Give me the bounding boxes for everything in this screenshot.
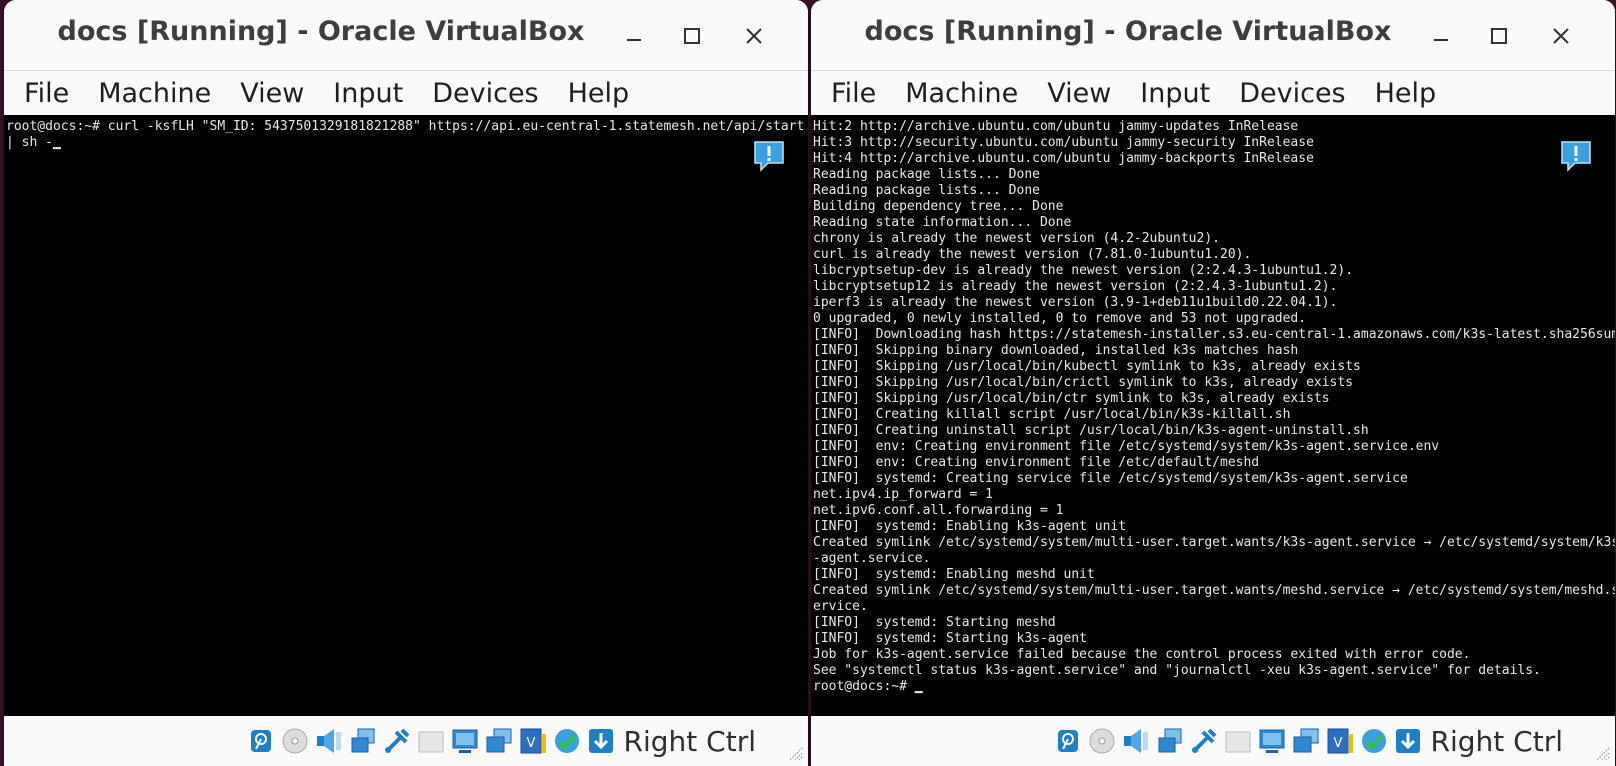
- menu-file[interactable]: File: [831, 78, 876, 109]
- window-title: docs [Running] - Oracle VirtualBox: [57, 16, 585, 47]
- network-icon[interactable]: [348, 726, 378, 756]
- minimize-button[interactable]: [1425, 20, 1457, 52]
- menu-file[interactable]: File: [24, 78, 69, 109]
- hard-disk-icon[interactable]: [246, 726, 276, 756]
- resize-grip-icon[interactable]: [784, 742, 804, 762]
- audio-icon[interactable]: [1121, 726, 1151, 756]
- title-bar[interactable]: docs [Running] - Oracle VirtualBox: [4, 0, 808, 71]
- console-output: Hit:2 http://archive.ubuntu.com/ubuntu j…: [813, 119, 1615, 694]
- vm-console[interactable]: Hit:2 http://archive.ubuntu.com/ubuntu j…: [811, 115, 1615, 716]
- status-bar: V Right Ctrl: [811, 716, 1615, 766]
- maximize-button[interactable]: [1483, 20, 1515, 52]
- menu-help[interactable]: Help: [568, 78, 630, 109]
- display-icon[interactable]: [1257, 726, 1287, 756]
- network-icon[interactable]: [1155, 726, 1185, 756]
- menu-devices[interactable]: Devices: [1239, 78, 1345, 109]
- menu-view[interactable]: View: [1047, 78, 1111, 109]
- menu-bar: File Machine View Input Devices Help: [811, 71, 1615, 116]
- notification-icon[interactable]: [1559, 139, 1593, 173]
- maximize-button[interactable]: [676, 20, 708, 52]
- close-button[interactable]: [738, 20, 770, 52]
- close-button[interactable]: [1545, 20, 1577, 52]
- shared-folder-icon[interactable]: [416, 726, 446, 756]
- maximize-icon: [684, 28, 700, 44]
- shared-folder-icon[interactable]: [1223, 726, 1253, 756]
- mouse-integration-icon[interactable]: [1359, 726, 1389, 756]
- console-output: root@docs:~# curl -ksfLH "SM_ID: 5437501…: [6, 119, 805, 150]
- virtualbox-window-left[interactable]: docs [Running] - Oracle VirtualBox File …: [4, 0, 808, 766]
- virtualization-icon[interactable]: V: [518, 726, 548, 756]
- virtualization-icon[interactable]: V: [1325, 726, 1355, 756]
- menu-devices[interactable]: Devices: [432, 78, 538, 109]
- optical-drive-icon[interactable]: [1087, 726, 1117, 756]
- maximize-icon: [1491, 28, 1507, 44]
- optical-drive-icon[interactable]: [280, 726, 310, 756]
- mouse-integration-icon[interactable]: [552, 726, 582, 756]
- host-key-label: Right Ctrl: [1430, 724, 1563, 758]
- menu-view[interactable]: View: [240, 78, 304, 109]
- keyboard-capture-icon[interactable]: [1393, 726, 1423, 756]
- menu-input[interactable]: Input: [333, 78, 403, 109]
- minimize-icon: [1434, 39, 1448, 41]
- notification-icon[interactable]: [752, 139, 786, 173]
- menu-bar: File Machine View Input Devices Help: [4, 71, 808, 116]
- minimize-button[interactable]: [618, 20, 650, 52]
- display-icon[interactable]: [450, 726, 480, 756]
- virtualbox-window-right[interactable]: docs [Running] - Oracle VirtualBox File …: [811, 0, 1615, 766]
- status-bar: V Right Ctrl: [4, 716, 808, 766]
- window-title: docs [Running] - Oracle VirtualBox: [864, 16, 1392, 47]
- vm-console[interactable]: root@docs:~# curl -ksfLH "SM_ID: 5437501…: [4, 115, 808, 716]
- minimize-icon: [627, 39, 641, 41]
- host-key-label: Right Ctrl: [623, 724, 756, 758]
- keyboard-capture-icon[interactable]: [586, 726, 616, 756]
- menu-input[interactable]: Input: [1140, 78, 1210, 109]
- hard-disk-icon[interactable]: [1053, 726, 1083, 756]
- resize-grip-icon[interactable]: [1591, 742, 1611, 762]
- menu-machine[interactable]: Machine: [98, 78, 211, 109]
- close-icon: [1553, 28, 1569, 44]
- recording-icon[interactable]: [484, 726, 514, 756]
- svg-text:V: V: [1333, 736, 1342, 751]
- usb-icon[interactable]: [1189, 726, 1219, 756]
- audio-icon[interactable]: [314, 726, 344, 756]
- title-bar[interactable]: docs [Running] - Oracle VirtualBox: [811, 0, 1615, 71]
- recording-icon[interactable]: [1291, 726, 1321, 756]
- menu-machine[interactable]: Machine: [905, 78, 1018, 109]
- usb-icon[interactable]: [382, 726, 412, 756]
- close-icon: [746, 28, 762, 44]
- menu-help[interactable]: Help: [1375, 78, 1437, 109]
- svg-text:V: V: [526, 736, 535, 751]
